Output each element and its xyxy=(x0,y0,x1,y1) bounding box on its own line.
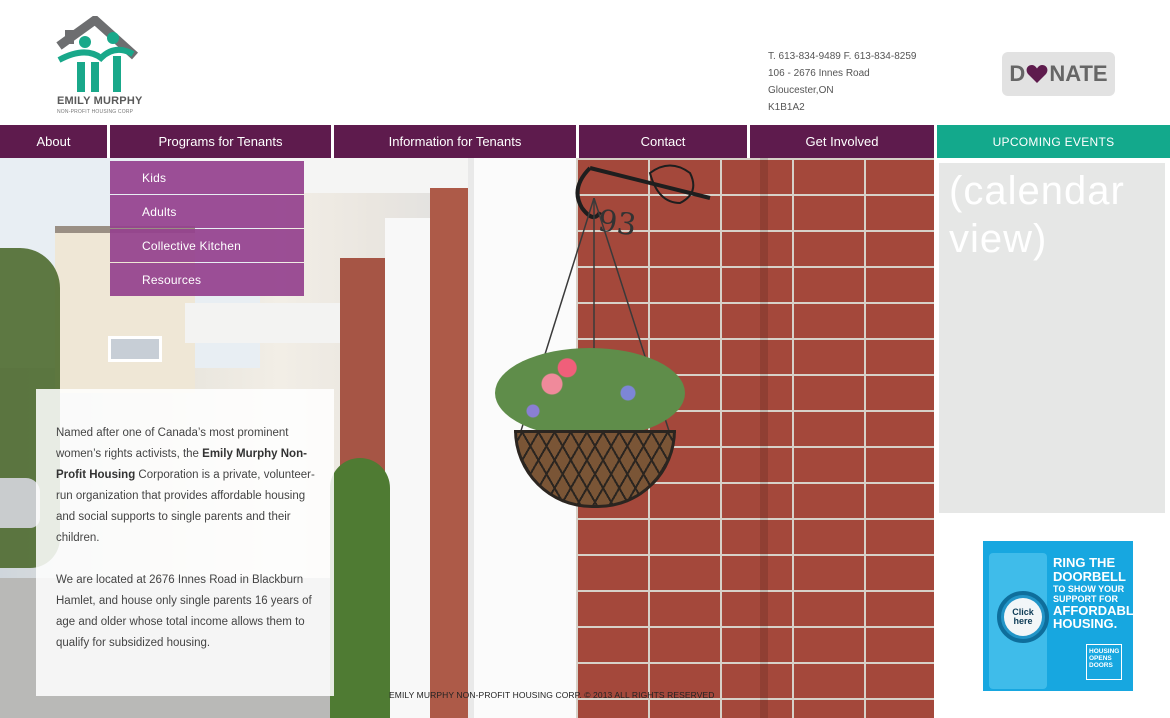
calendar-placeholder: (calendar view) xyxy=(949,169,1125,261)
contact-info: T. 613-834-9489 F. 613-834-8259 106 - 26… xyxy=(768,48,916,116)
badge-line: HOUSING xyxy=(1089,648,1120,655)
ad-line: RING THE xyxy=(1053,555,1116,570)
copyright-footer: EMILY MURPHY NON-PROFIT HOUSING CORP. © … xyxy=(389,690,715,700)
contact-phone: T. 613-834-9489 F. 613-834-8259 xyxy=(768,51,917,62)
nav-contact[interactable]: Contact xyxy=(579,125,747,158)
ring-the-doorbell-ad[interactable]: Click here RING THE DOORBELL TO SHOW YOUR… xyxy=(983,541,1133,691)
intro-paragraph-1: Named after one of Canada’s most promine… xyxy=(56,423,318,549)
nav-programs-for-tenants[interactable]: Programs for Tenants xyxy=(110,125,331,158)
hero-flowers xyxy=(495,348,685,438)
logo-name: EMILY MURPHY xyxy=(57,95,143,107)
donate-button[interactable]: D NATE xyxy=(1002,52,1115,96)
badge-line: OPENS xyxy=(1089,655,1112,662)
intro-paragraph-2: We are located at 2676 Innes Road in Bla… xyxy=(56,574,312,649)
donate-label-start: D xyxy=(1009,61,1026,86)
dropdown-item-resources[interactable]: Resources xyxy=(110,263,304,296)
dropdown-item-kids[interactable]: Kids xyxy=(110,161,304,194)
contact-street: 106 - 2676 Innes Road xyxy=(768,68,870,79)
hero-window xyxy=(108,336,162,362)
hero-door xyxy=(385,218,430,718)
ad-line: TO SHOW YOUR xyxy=(1053,584,1125,594)
nav-get-involved[interactable]: Get Involved xyxy=(750,125,934,158)
hero-shrub xyxy=(330,458,390,718)
logo-tagline: NON-PROFIT HOUSING CORP xyxy=(57,109,134,115)
hero-car xyxy=(0,478,40,528)
nav-about[interactable]: About xyxy=(0,125,107,158)
ad-headline: RING THE DOORBELL TO SHOW YOUR SUPPORT F… xyxy=(1053,555,1133,631)
house-logo-icon xyxy=(56,16,139,92)
hero-porch xyxy=(185,303,345,343)
nav-information-for-tenants[interactable]: Information for Tenants xyxy=(334,125,576,158)
programs-dropdown-menu: Kids Adults Collective Kitchen Resources xyxy=(110,161,304,297)
heart-icon xyxy=(1026,65,1048,83)
click-here-line: here xyxy=(1013,616,1033,626)
doorbell-button[interactable]: Click here xyxy=(997,591,1049,643)
donate-label-end: NATE xyxy=(1049,61,1108,86)
dropdown-item-adults[interactable]: Adults xyxy=(110,195,304,228)
intro-card: Named after one of Canada’s most promine… xyxy=(36,389,334,696)
click-here-label: Click here xyxy=(1004,598,1042,636)
hero-wall-corner xyxy=(760,158,768,718)
dropdown-item-collective-kitchen[interactable]: Collective Kitchen xyxy=(110,229,304,262)
events-calendar[interactable]: (calendar view) xyxy=(939,163,1165,513)
badge-line: DOORS xyxy=(1089,662,1113,669)
ad-line: HOUSING. xyxy=(1053,616,1118,631)
contact-postal: K1B1A2 xyxy=(768,102,805,113)
housing-opens-doors-badge: HOUSING OPENS DOORS xyxy=(1086,644,1122,680)
ad-line: DOORBELL xyxy=(1053,569,1126,584)
contact-city: Gloucester,ON xyxy=(768,85,834,96)
hero-brick-pillar xyxy=(430,188,468,718)
upcoming-events-heading[interactable]: UPCOMING EVENTS xyxy=(937,125,1170,158)
